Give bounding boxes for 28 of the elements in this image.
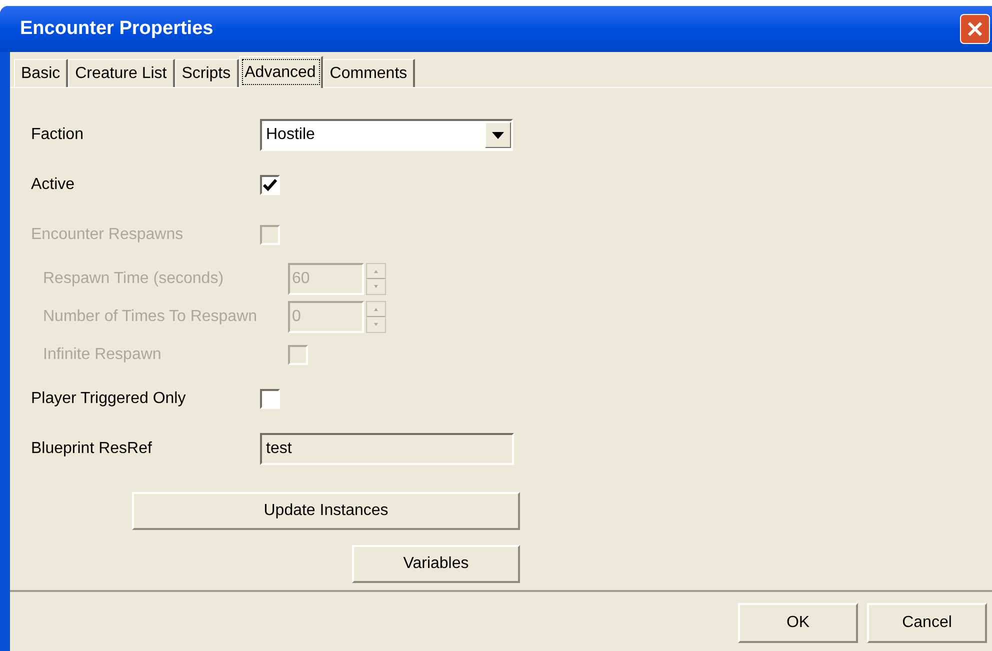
checkbox[interactable] <box>260 389 280 409</box>
field-label: Infinite Respawn <box>43 345 162 365</box>
check-icon <box>263 179 277 191</box>
dropdown[interactable]: Hostile <box>260 119 513 151</box>
field-label: Number of Times To Respawn <box>43 307 258 327</box>
field-label: Active <box>31 175 76 195</box>
tab[interactable]: Basic <box>14 59 68 87</box>
action-button[interactable]: Update Instances <box>132 492 520 530</box>
tab[interactable]: Comments <box>322 59 416 87</box>
dialog-button[interactable]: OK <box>738 603 858 643</box>
close-icon <box>966 20 984 38</box>
dropdown-arrow-icon <box>492 132 504 138</box>
checkbox[interactable] <box>260 175 280 195</box>
field-label: Blueprint ResRef <box>31 439 153 459</box>
action-button[interactable]: Variables <box>352 545 520 583</box>
spin-buttons[interactable] <box>366 301 386 333</box>
close-button[interactable] <box>960 14 990 44</box>
field-label: Respawn Time (seconds) <box>43 269 225 289</box>
text-field[interactable]: test <box>260 433 514 465</box>
tab[interactable]: Scripts <box>174 59 239 87</box>
window-title: Encounter Properties <box>20 16 214 41</box>
field-label: Player Triggered Only <box>31 389 187 409</box>
field-label: Faction <box>31 125 84 145</box>
tab[interactable]: Creature List <box>68 59 175 87</box>
field-label: Encounter Respawns <box>31 225 184 245</box>
tab[interactable]: Advanced <box>238 56 323 88</box>
dialog-button[interactable]: Cancel <box>867 603 987 643</box>
spin-buttons[interactable] <box>366 263 386 295</box>
